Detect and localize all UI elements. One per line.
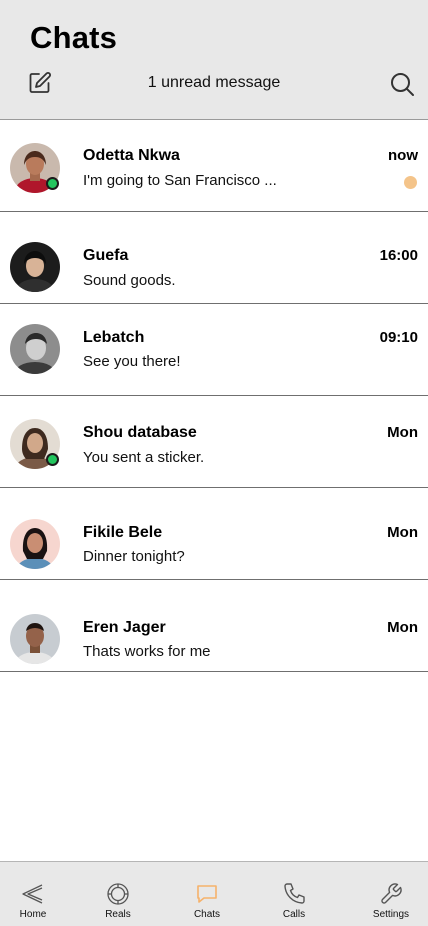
reels-icon [107, 883, 129, 905]
message-preview: Sound goods. [83, 272, 176, 289]
contact-name: Guefa [83, 247, 129, 264]
chat-row[interactable]: Eren Jager Thats works for me Mon [0, 580, 428, 672]
message-preview: See you there! [83, 353, 181, 370]
unread-dot [404, 176, 417, 189]
online-status-dot [46, 453, 59, 466]
unread-count-text: 1 unread message [147, 74, 281, 91]
search-icon[interactable] [389, 71, 415, 97]
tab-home[interactable]: Home [0, 862, 68, 926]
contact-name: Eren Jager [83, 619, 166, 636]
phone-icon [284, 883, 305, 904]
message-time: Mon [387, 619, 418, 636]
message-time: 16:00 [379, 247, 418, 264]
tab-label: Settings [372, 909, 410, 920]
message-preview: You sent a sticker. [83, 449, 205, 466]
header: Chats 1 unread message [0, 0, 428, 120]
message-time: Mon [387, 524, 418, 541]
tab-label: Home [19, 909, 47, 920]
tab-label: Calls [282, 909, 306, 920]
message-preview: I'm going to San Francisco ... [83, 172, 277, 189]
chat-bubble-icon [197, 885, 217, 903]
tab-reals[interactable]: Reals [83, 862, 153, 926]
tab-chats[interactable]: Chats [172, 862, 242, 926]
contact-name: Fikile Bele [83, 524, 163, 541]
chat-row[interactable]: Odetta Nkwa I'm going to San Francisco .… [0, 120, 428, 212]
avatar [10, 519, 60, 569]
tab-label: Reals [105, 909, 131, 920]
back-arrow-icon [22, 884, 43, 904]
chat-row[interactable]: Fikile Bele Dinner tonight? Mon [0, 488, 428, 580]
message-time: Mon [387, 424, 418, 441]
chat-row[interactable]: Shou database You sent a sticker. Mon [0, 396, 428, 488]
tab-calls[interactable]: Calls [259, 862, 329, 926]
message-time: now [388, 147, 418, 164]
bottom-tab-bar: Home Reals Chats Calls Settings [0, 861, 428, 926]
contact-name: Shou database [83, 424, 197, 441]
message-preview: Dinner tonight? [83, 548, 185, 565]
avatar [10, 242, 60, 292]
message-preview: Thats works for me [83, 643, 211, 660]
wrench-icon [381, 883, 402, 904]
tab-label: Chats [193, 909, 221, 920]
chat-row[interactable]: Guefa Sound goods. 16:00 [0, 212, 428, 304]
contact-name: Odetta Nkwa [83, 147, 180, 164]
avatar [10, 614, 60, 664]
avatar [10, 324, 60, 374]
online-status-dot [46, 177, 59, 190]
tab-settings[interactable]: Settings [356, 862, 426, 926]
message-time: 09:10 [379, 329, 418, 346]
chat-row[interactable]: Lebatch See you there! 09:10 [0, 304, 428, 396]
page-title: Chats [30, 20, 118, 55]
contact-name: Lebatch [83, 329, 145, 346]
